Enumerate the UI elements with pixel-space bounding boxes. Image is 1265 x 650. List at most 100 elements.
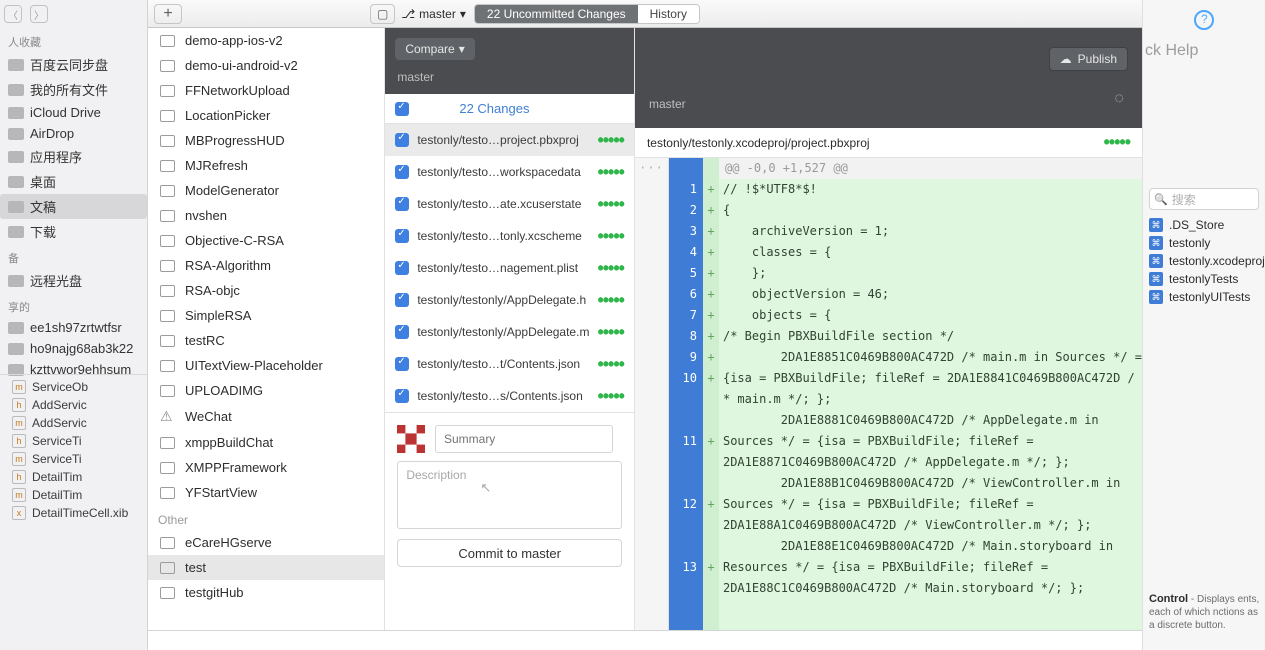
project-file-item[interactable]: ⌘testonly.xcodeproj <box>1143 252 1265 270</box>
publish-button[interactable]: ☁ Publish <box>1049 47 1128 71</box>
favorites-header: 人收藏 <box>0 28 147 52</box>
folder-icon <box>8 176 24 188</box>
file-checkbox[interactable] <box>395 165 409 179</box>
file-checkbox[interactable] <box>395 325 409 339</box>
repo-item[interactable]: eCareHGserve <box>148 530 384 555</box>
repo-item[interactable]: WeChat <box>148 403 384 430</box>
changed-file-row[interactable]: testonly/testo…s/Contents.json••••• <box>385 380 634 412</box>
commit-button[interactable]: Commit to master <box>397 539 622 567</box>
changed-file-row[interactable]: testonly/testo…tonly.xcscheme••••• <box>385 220 634 252</box>
chevron-down-icon: ▾ <box>459 42 465 56</box>
xcode-file-item[interactable]: hDetailTim <box>0 468 148 486</box>
xcode-file-item[interactable]: hAddServic <box>0 396 148 414</box>
changed-file-row[interactable]: testonly/testo…t/Contents.json••••• <box>385 348 634 380</box>
repo-icon <box>160 285 175 297</box>
repo-item[interactable]: UPLOADIMG <box>148 378 384 403</box>
shared-header: 享的 <box>0 293 147 317</box>
compare-button[interactable]: Compare▾ <box>395 38 474 60</box>
project-file-item[interactable]: ⌘testonlyUITests <box>1143 288 1265 306</box>
diff-body[interactable]: ··· 12345678910111213 +++++++++++++ @@ -… <box>635 158 1142 630</box>
repo-item[interactable]: test <box>148 555 384 580</box>
changed-file-row[interactable]: testonly/testo…project.pbxproj••••• <box>385 124 634 156</box>
forward-button[interactable]: 〉 <box>30 5 48 23</box>
commit-summary-input[interactable] <box>435 425 613 453</box>
finder-item[interactable]: iCloud Drive <box>0 102 147 123</box>
help-icon[interactable] <box>1194 10 1214 30</box>
finder-item[interactable]: 应用程序 <box>0 144 147 169</box>
finder-nav: 〈 〉 <box>0 0 147 28</box>
repo-item[interactable]: ModelGenerator <box>148 178 384 203</box>
xcode-file-item[interactable]: mDetailTim <box>0 486 148 504</box>
changed-file-row[interactable]: testonly/testo…ate.xcuserstate••••• <box>385 188 634 220</box>
repo-item[interactable]: RSA-Algorithm <box>148 253 384 278</box>
project-file-item[interactable]: ⌘testonlyTests <box>1143 270 1265 288</box>
finder-item[interactable]: 文稿 <box>0 194 147 219</box>
chevron-down-icon: ▾ <box>460 7 466 21</box>
changed-file-row[interactable]: testonly/testo…nagement.plist••••• <box>385 252 634 284</box>
commit-description-input[interactable]: Description ↖ <box>397 461 622 529</box>
repo-item[interactable]: RSA-objc <box>148 278 384 303</box>
branch-selector[interactable]: ⎇ master ▾ <box>401 7 466 21</box>
xcode-file-item[interactable]: mAddServic <box>0 414 148 432</box>
file-ext-icon: h <box>12 434 26 448</box>
sidebar-toggle-button[interactable]: ▢ <box>370 4 395 24</box>
tab-uncommitted[interactable]: 22 Uncommitted Changes <box>475 5 638 23</box>
changed-file-row[interactable]: testonly/testo…workspacedata••••• <box>385 156 634 188</box>
repo-item[interactable]: Objective-C-RSA <box>148 228 384 253</box>
diff-marker-gutter: +++++++++++++ <box>703 158 719 630</box>
finder-item[interactable]: ho9najg68ab3k22 <box>0 338 147 359</box>
file-checkbox[interactable] <box>395 261 409 275</box>
repo-item[interactable]: SimpleRSA <box>148 303 384 328</box>
file-checkbox[interactable] <box>395 357 409 371</box>
search-input[interactable]: 搜索 <box>1149 188 1259 210</box>
repo-icon <box>160 60 175 72</box>
xcode-file-item[interactable]: mServiceTi <box>0 450 148 468</box>
back-button[interactable]: 〈 <box>4 5 22 23</box>
add-repo-button[interactable]: + <box>154 4 182 24</box>
view-segmented-control[interactable]: 22 Uncommitted Changes History <box>474 4 700 24</box>
xcode-file-item[interactable]: hServiceTi <box>0 432 148 450</box>
file-checkbox[interactable] <box>395 389 409 403</box>
repo-section-other: Other <box>148 505 384 530</box>
repo-item[interactable]: demo-app-ios-v2 <box>148 28 384 53</box>
repo-item[interactable]: FFNetworkUpload <box>148 78 384 103</box>
repo-item[interactable]: YFStartView <box>148 480 384 505</box>
file-checkbox[interactable] <box>395 133 409 147</box>
sync-icon[interactable]: ◌ <box>1114 90 1128 118</box>
file-ext-icon: m <box>12 416 26 430</box>
repo-item[interactable]: xmppBuildChat <box>148 430 384 455</box>
changes-header: 22 Changes <box>385 94 634 124</box>
file-checkbox[interactable] <box>395 197 409 211</box>
changed-file-row[interactable]: testonly/testonly/AppDelegate.m••••• <box>385 316 634 348</box>
file-checkbox[interactable] <box>395 293 409 307</box>
finder-item[interactable]: 远程光盘 <box>0 268 147 293</box>
repo-item[interactable]: MJRefresh <box>148 153 384 178</box>
file-checkbox[interactable] <box>395 229 409 243</box>
finder-item[interactable]: 百度云同步盘 <box>0 52 147 77</box>
diff-status-icon: ••••• <box>597 162 624 183</box>
xcode-file-item[interactable]: mServiceOb <box>0 378 148 396</box>
repo-item[interactable]: demo-ui-android-v2 <box>148 53 384 78</box>
xcode-file-item[interactable]: xDetailTimeCell.xib <box>0 504 148 522</box>
file-icon: ⌘ <box>1149 272 1163 286</box>
tab-history[interactable]: History <box>638 5 699 23</box>
repo-item[interactable]: testRC <box>148 328 384 353</box>
toggle-all-checkbox[interactable] <box>395 102 409 116</box>
finder-item[interactable]: ee1sh97zrtwtfsr <box>0 317 147 338</box>
repo-item[interactable]: testgitHub <box>148 580 384 605</box>
finder-item[interactable]: 下载 <box>0 219 147 244</box>
repo-item[interactable]: MBProgressHUD <box>148 128 384 153</box>
repo-icon <box>160 335 175 347</box>
project-file-item[interactable]: ⌘testonly <box>1143 234 1265 252</box>
computer-icon <box>160 587 175 599</box>
project-file-item[interactable]: ⌘.DS_Store <box>1143 216 1265 234</box>
changed-file-row[interactable]: testonly/testonly/AppDelegate.h••••• <box>385 284 634 316</box>
folder-icon <box>8 201 24 213</box>
repo-item[interactable]: nvshen <box>148 203 384 228</box>
finder-item[interactable]: 我的所有文件 <box>0 77 147 102</box>
finder-item[interactable]: 桌面 <box>0 169 147 194</box>
repo-item[interactable]: XMPPFramework <box>148 455 384 480</box>
repo-item[interactable]: UITextView-Placeholder <box>148 353 384 378</box>
repo-item[interactable]: LocationPicker <box>148 103 384 128</box>
finder-item[interactable]: AirDrop <box>0 123 147 144</box>
